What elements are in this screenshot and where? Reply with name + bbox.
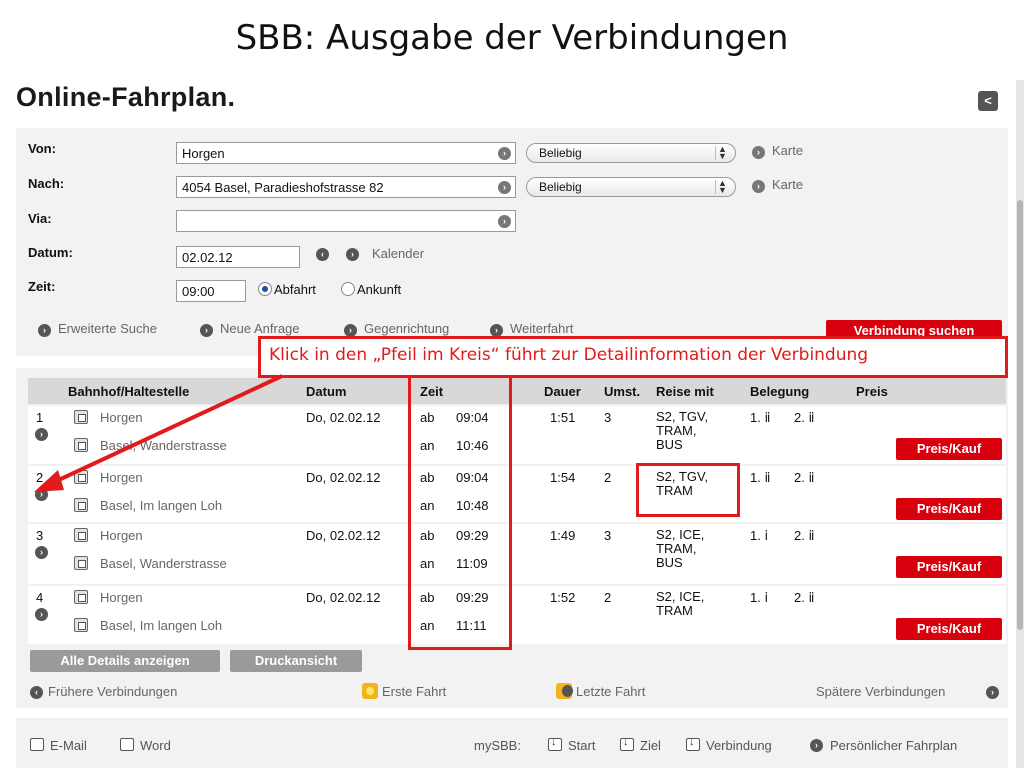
arrow-head: [34, 470, 64, 492]
annotation-arrow: [34, 374, 283, 492]
arrow-line: [49, 374, 283, 486]
